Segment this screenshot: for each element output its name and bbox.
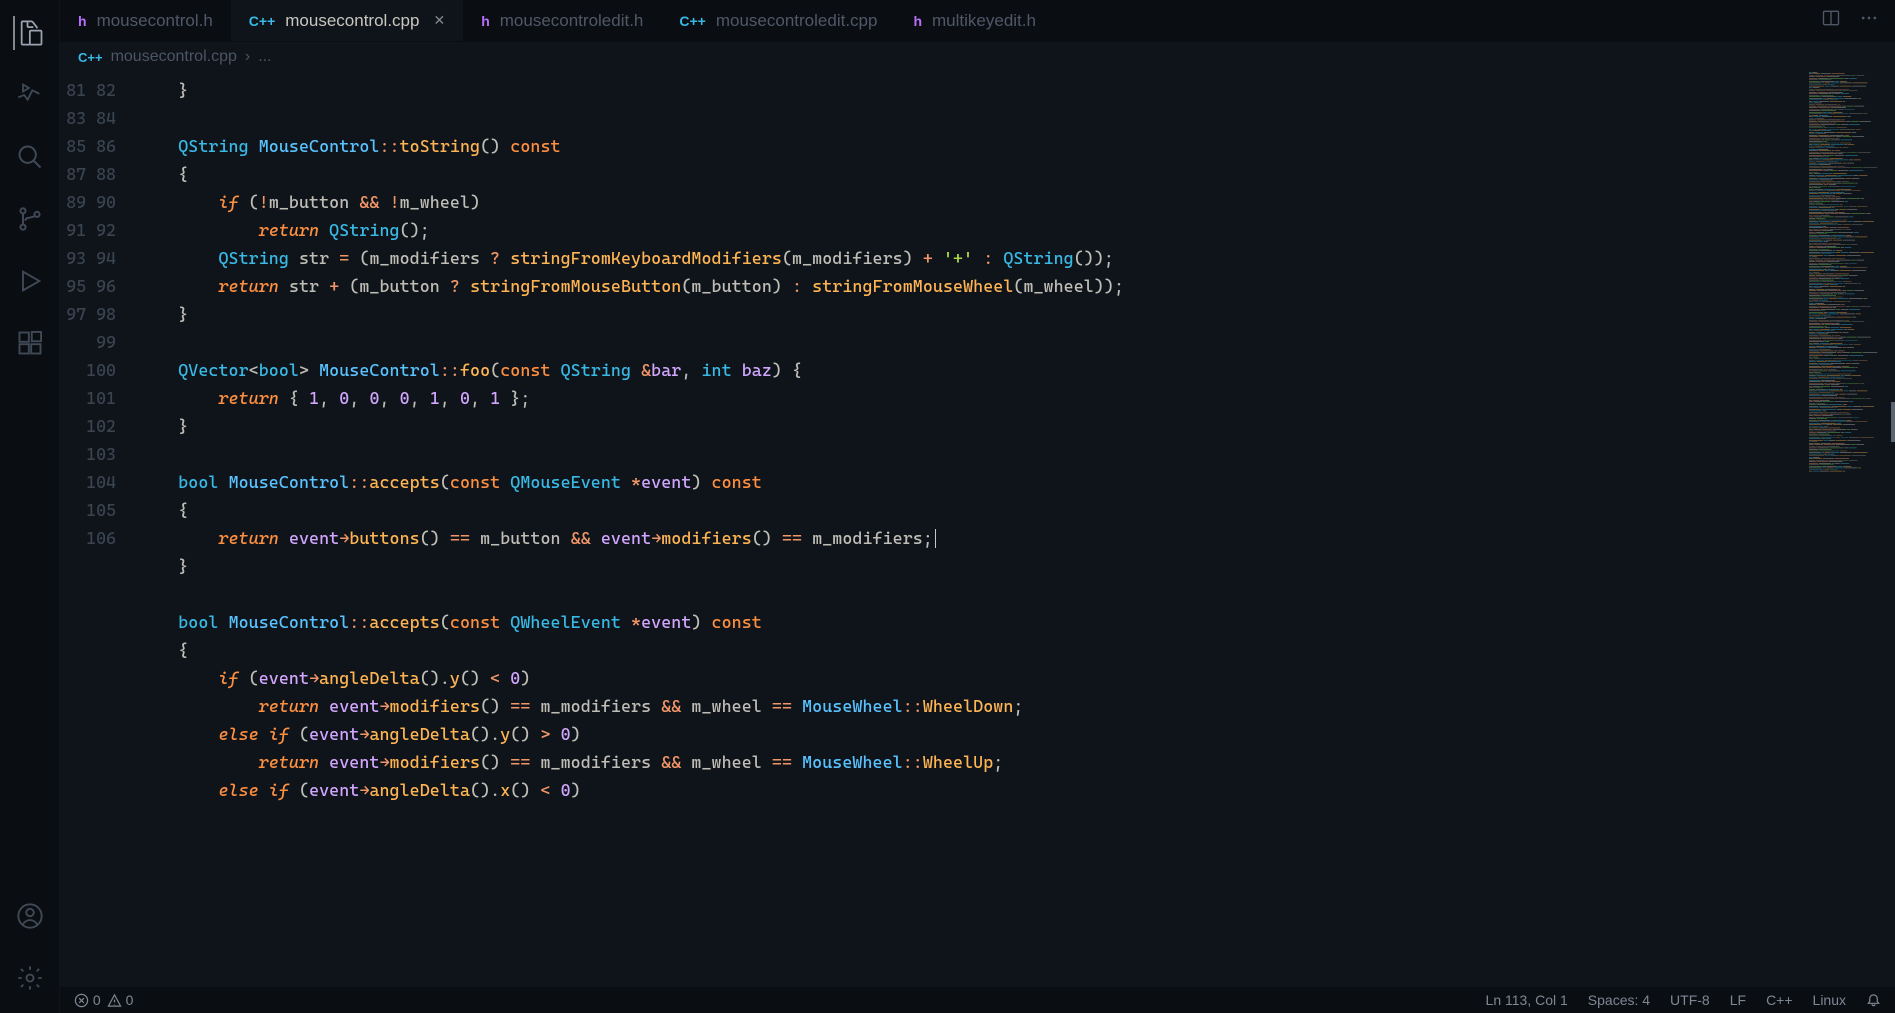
tab-label: mousecontroledit.h xyxy=(500,11,644,31)
problems-errors[interactable]: 0 xyxy=(74,992,101,1009)
tab-label: mousecontroledit.cpp xyxy=(716,11,878,31)
start-icon[interactable] xyxy=(13,78,47,112)
h-file-icon: h xyxy=(78,13,87,29)
status-bar: 0 0 Ln 113, Col 1 Spaces: 4 UTF-8 LF C++… xyxy=(60,987,1895,1013)
cpp-file-icon: C++ xyxy=(78,50,103,65)
extensions-icon[interactable] xyxy=(13,326,47,360)
tab-label: multikeyedit.h xyxy=(932,11,1036,31)
encoding[interactable]: UTF-8 xyxy=(1670,992,1710,1008)
more-actions-icon[interactable] xyxy=(1859,8,1879,33)
close-icon[interactable]: ✕ xyxy=(433,12,445,29)
cursor-position[interactable]: Ln 113, Col 1 xyxy=(1486,992,1568,1008)
split-editor-icon[interactable] xyxy=(1821,8,1841,33)
error-count: 0 xyxy=(93,992,101,1008)
h-file-icon: h xyxy=(481,13,490,29)
cpp-file-icon: C++ xyxy=(679,13,705,29)
h-file-icon: h xyxy=(913,13,922,29)
breadcrumb-rest: ... xyxy=(258,48,271,66)
tab-label: mousecontrol.cpp xyxy=(285,11,419,31)
source-control-icon[interactable] xyxy=(13,202,47,236)
tab-mousecontrol-h[interactable]: h mousecontrol.h xyxy=(60,0,231,41)
problems-warnings[interactable]: 0 xyxy=(107,992,134,1009)
tab-multikeyedit-h[interactable]: h multikeyedit.h xyxy=(895,0,1054,41)
explorer-icon[interactable] xyxy=(13,16,47,50)
tab-mousecontroledit-cpp[interactable]: C++ mousecontroledit.cpp xyxy=(661,0,895,41)
tab-mousecontrol-cpp[interactable]: C++ mousecontrol.cpp ✕ xyxy=(231,0,463,41)
activity-bar xyxy=(0,0,60,1013)
notifications-icon[interactable] xyxy=(1866,992,1881,1009)
breadcrumbs[interactable]: C++ mousecontrol.cpp › ... xyxy=(60,42,1895,72)
line-number-gutter: 81 82 83 84 85 86 87 88 89 90 91 92 93 9… xyxy=(60,72,138,987)
breadcrumb-file: mousecontrol.cpp xyxy=(111,48,237,66)
indentation[interactable]: Spaces: 4 xyxy=(1588,992,1650,1008)
breadcrumb-separator: › xyxy=(245,48,250,66)
tab-bar: hmousecontrol.hC++mousecontrol.cpp✕hmous… xyxy=(60,0,1895,42)
tab-mousecontroledit-h[interactable]: h mousecontroledit.h xyxy=(463,0,661,41)
minimap-slider[interactable] xyxy=(1891,402,1895,442)
minimap[interactable] xyxy=(1805,72,1895,987)
language-mode[interactable]: C++ xyxy=(1766,992,1792,1008)
cpp-file-icon: C++ xyxy=(249,13,275,29)
eol[interactable]: LF xyxy=(1730,992,1746,1008)
settings-gear-icon[interactable] xyxy=(13,961,47,995)
warning-count: 0 xyxy=(126,992,134,1008)
accounts-icon[interactable] xyxy=(13,899,47,933)
search-icon[interactable] xyxy=(13,140,47,174)
run-debug-icon[interactable] xyxy=(13,264,47,298)
tab-label: mousecontrol.h xyxy=(97,11,213,31)
code-editor[interactable]: } QString MouseControl::toString() const… xyxy=(138,72,1805,987)
os-indicator[interactable]: Linux xyxy=(1813,992,1846,1008)
